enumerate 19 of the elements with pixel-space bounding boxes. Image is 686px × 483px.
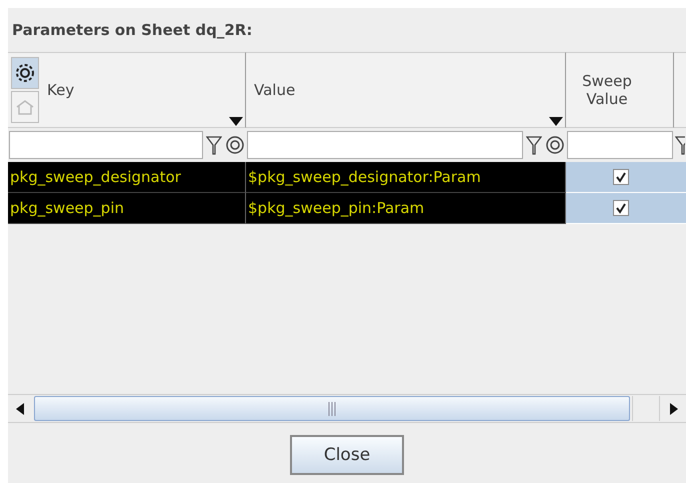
close-button[interactable]: Close: [290, 435, 404, 475]
filter-field[interactable]: [247, 131, 523, 159]
sort-arrow-icon[interactable]: [549, 117, 563, 126]
checkbox[interactable]: [613, 200, 629, 216]
key-cell[interactable]: pkg_sweep_pin: [8, 193, 246, 224]
value-cell[interactable]: $pkg_sweep_designator:Param: [246, 162, 566, 193]
settings-icon[interactable]: [11, 57, 39, 89]
checkbox[interactable]: [613, 169, 629, 185]
value-cell[interactable]: $pkg_sweep_pin:Param: [246, 193, 566, 224]
key-cell[interactable]: pkg_sweep_designator: [8, 162, 246, 193]
sort-arrow-icon[interactable]: [229, 117, 243, 126]
filter-field[interactable]: [9, 131, 203, 159]
scrollbar-thumb[interactable]: [34, 396, 630, 421]
column-header[interactable]: Value: [246, 52, 566, 128]
horizontal-scrollbar[interactable]: [8, 394, 686, 423]
column-header[interactable]: Key: [8, 52, 246, 128]
column-header[interactable]: Sweep Value: [566, 52, 674, 128]
dialog-title: Parameters on Sheet dq_2R:: [11, 20, 254, 41]
filter-field[interactable]: [567, 131, 673, 159]
